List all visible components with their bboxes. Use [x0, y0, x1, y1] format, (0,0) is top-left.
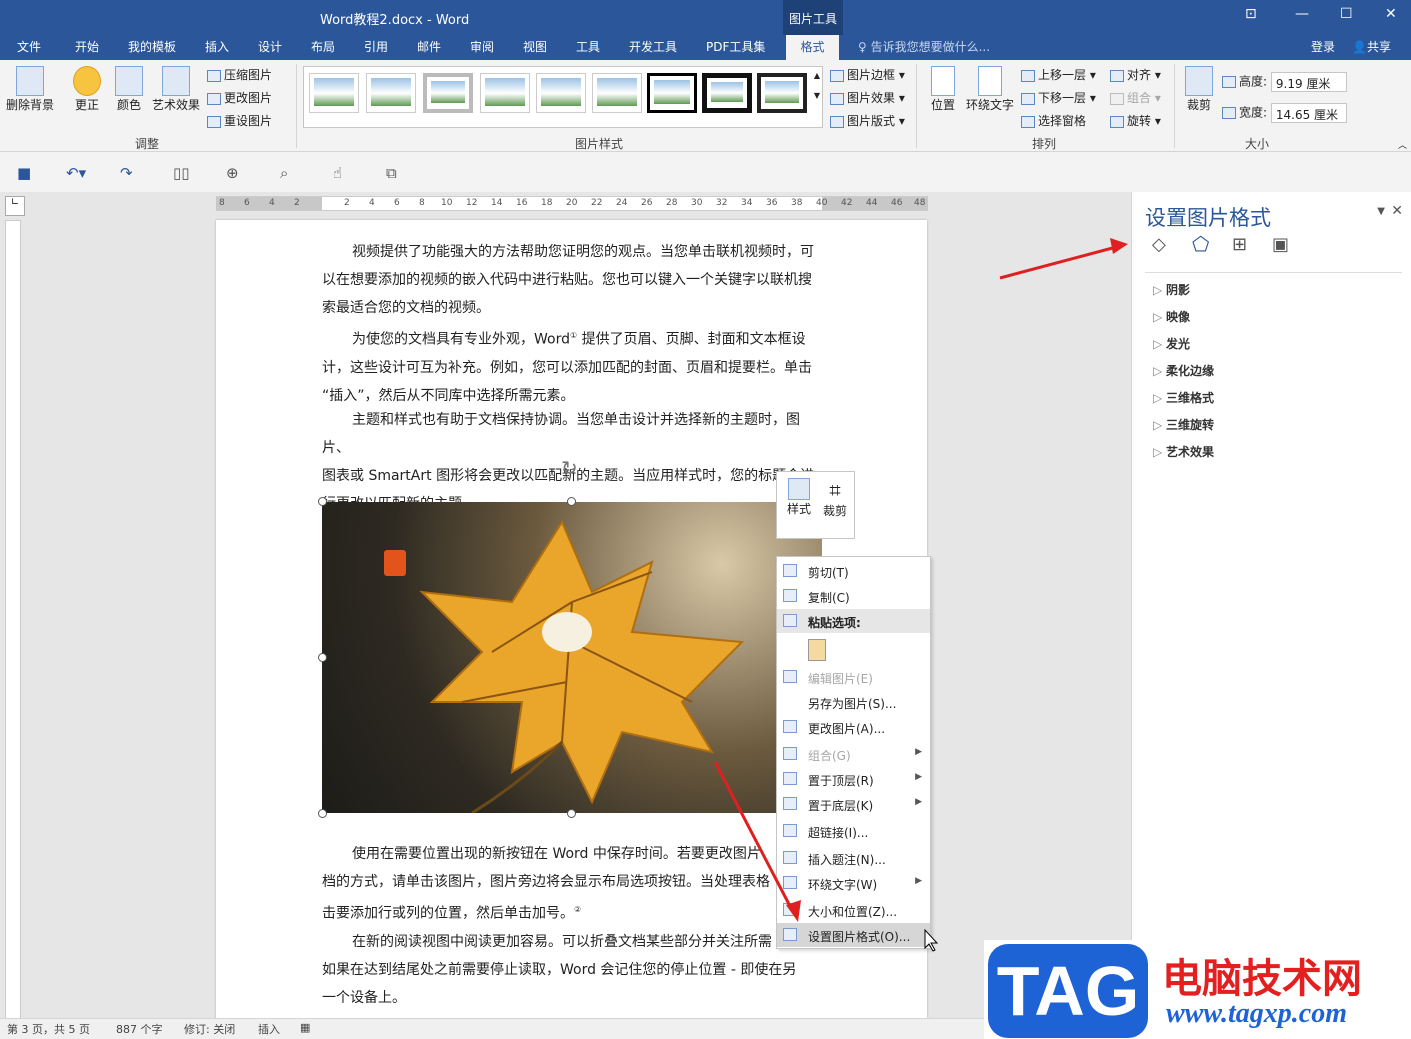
arrow-to-pane	[999, 244, 1121, 280]
watermark: TAG 电脑技术网 www.tagxp.com	[984, 940, 1411, 1039]
annotation-arrows	[713, 238, 1128, 952]
track-changes[interactable]: 修订: 关闭	[184, 1021, 235, 1037]
insert-mode[interactable]: 插入	[258, 1021, 280, 1037]
mouse-cursor-icon	[924, 928, 939, 952]
page-count[interactable]: 第 3 页，共 5 页	[7, 1021, 90, 1037]
watermark-site-name: 电脑技术网	[1162, 956, 1362, 1002]
word-count[interactable]: 887 个字	[116, 1021, 163, 1037]
watermark-url: www.tagxp.com	[1166, 998, 1347, 1029]
watermark-logo: TAG	[988, 944, 1148, 1038]
arrow-to-menu	[713, 761, 794, 911]
macro-icon[interactable]: ▦	[300, 1021, 310, 1034]
arrow-head	[1110, 238, 1128, 254]
